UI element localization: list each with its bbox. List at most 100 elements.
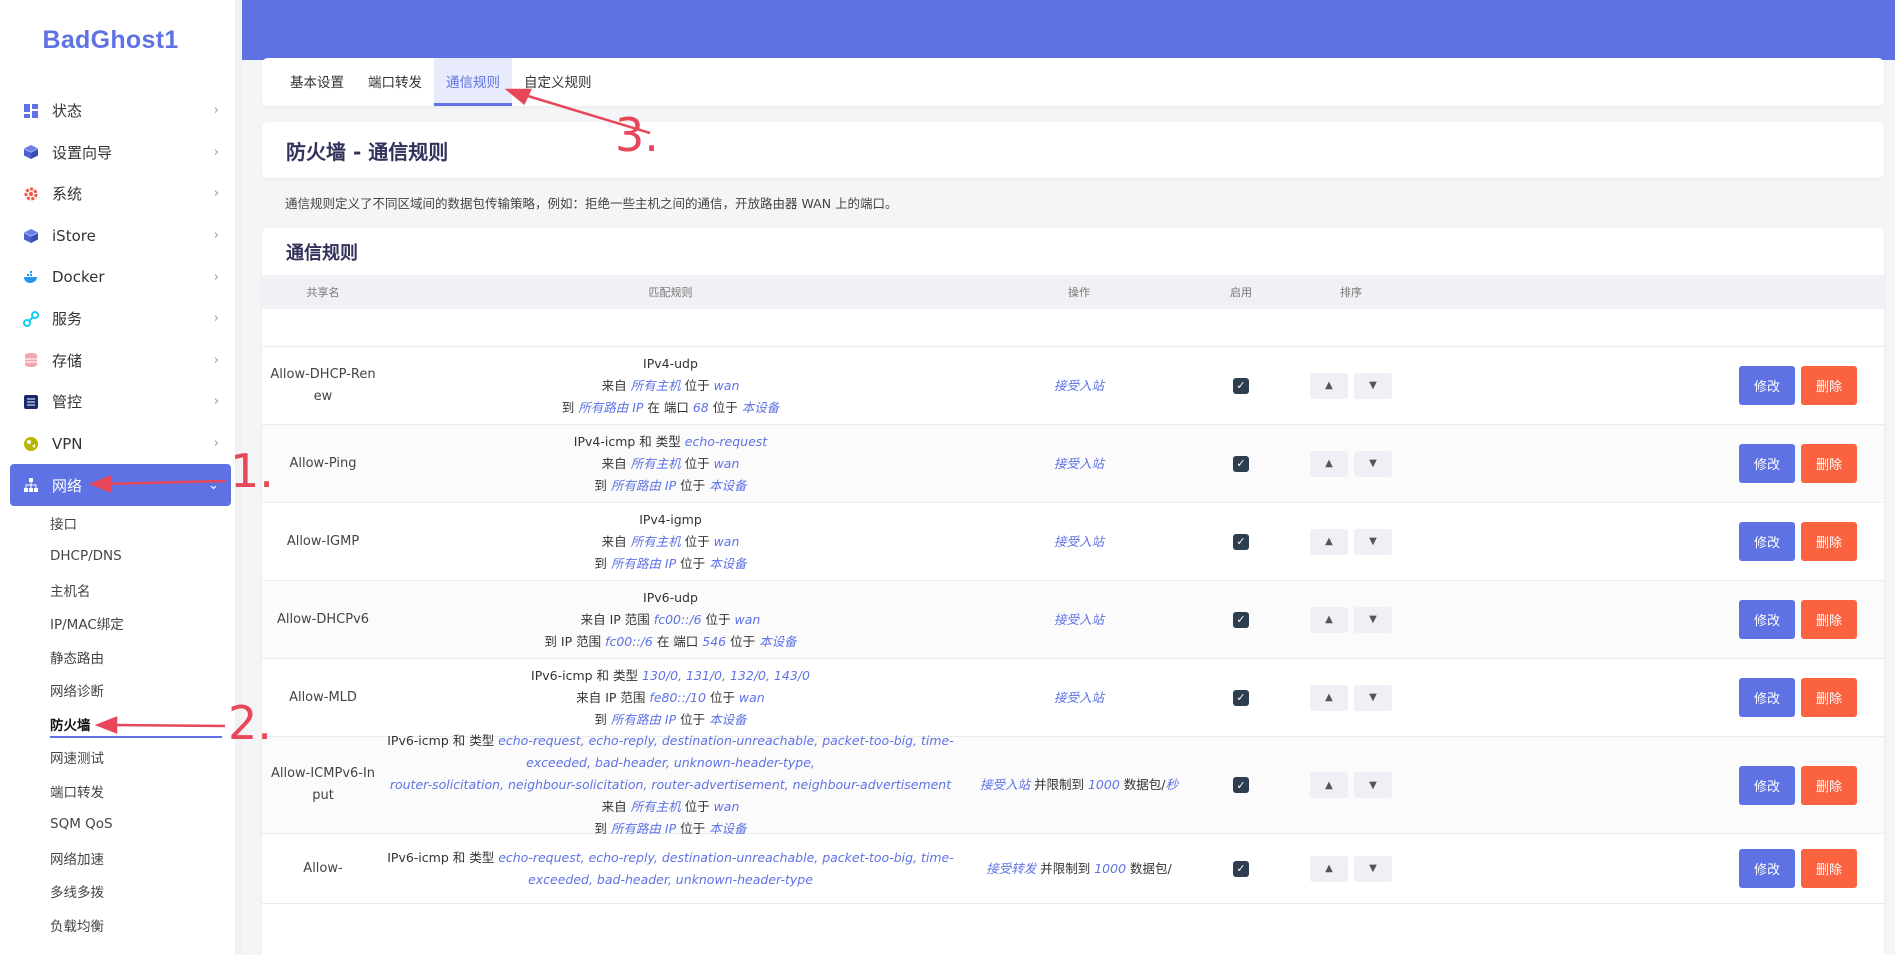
submenu-item[interactable]: 端口转发 [50,774,241,808]
col-sort-header: 排序 [1281,284,1421,300]
submenu-item[interactable]: IP/MAC绑定 [50,606,241,640]
sliders-icon [22,393,40,411]
submenu-item[interactable]: 网络诊断 [50,673,241,707]
sidebar-item-link-5[interactable]: 服务 › [10,298,231,340]
sidebar-item-database-6[interactable]: 存储 › [10,340,231,382]
app: { "brand": "BadGhost1", "nav": [ {"label… [0,0,1895,955]
match-line: 到 所有路由 IP 位于 本设备 [384,818,957,840]
sidebar-item-sliders-7[interactable]: 管控 › [10,381,231,423]
top-bar [242,0,1895,60]
enabled-checkbox[interactable]: ✓ [1233,777,1249,793]
match-segment: 位于 [680,533,714,549]
move-down-button[interactable]: ▼ [1354,684,1392,711]
action-buttons: 修改 删除 [1421,522,1884,561]
tab-2[interactable]: 通信规则 [434,58,512,106]
edit-button[interactable]: 修改 [1739,444,1795,483]
delete-button[interactable]: 删除 [1801,366,1857,405]
match-segment: 本设备 [709,821,747,836]
submenu-item[interactable]: 主机名 [50,573,241,607]
sidebar-item-dashboard-0[interactable]: 状态 › [10,90,231,132]
move-up-button[interactable]: ▲ [1310,684,1348,711]
submenu-item[interactable]: 网络加速 [50,841,241,875]
match-segment: 位于 [676,477,710,493]
sidebar-item-gear-2[interactable]: 系统 › [10,173,231,215]
chevron-right-icon: › [213,394,219,410]
match-segment: echo-request [684,433,768,449]
delete-button[interactable]: 删除 [1801,600,1857,639]
move-down-button[interactable]: ▼ [1354,450,1392,477]
match-line: IPv6-icmp 和 类型 echo-request, echo-reply,… [384,847,957,891]
sidebar-item-cube-1[interactable]: 设置向导 › [10,132,231,174]
tab-0[interactable]: 基本设置 [278,58,356,106]
action-segment: 数据包/ [1119,777,1166,792]
col-action-header: 操作 [1068,286,1090,299]
delete-button[interactable]: 删除 [1801,522,1857,561]
tab-1[interactable]: 端口转发 [356,58,434,106]
submenu-item[interactable]: DHCP/DNS [50,539,241,573]
match-segment: 本设备 [709,555,747,571]
docker-icon [22,268,40,286]
rule-match: IPv4-udp 来自 所有主机 位于 wan 到 所有路由 IP 在 端口 68 … [384,353,957,419]
sidebar-item-globe-8[interactable]: VPN › [10,423,231,465]
enabled-checkbox[interactable]: ✓ [1233,689,1249,706]
enabled-checkbox[interactable]: ✓ [1233,611,1249,628]
delete-button[interactable]: 删除 [1801,765,1857,805]
enabled-checkbox[interactable]: ✓ [1233,533,1249,550]
submenu-item[interactable]: SQM QoS [50,807,241,841]
edit-button[interactable]: 修改 [1739,522,1795,561]
move-down-button[interactable]: ▼ [1354,606,1392,633]
rule-match: IPv6-icmp 和 类型 echo-request, echo-reply,… [384,730,957,840]
move-up-button[interactable]: ▲ [1310,606,1348,633]
table-row: Allow-DHCPv6 IPv6-udp 来自 IP 范围 fc00::/6 位于… [262,581,1884,659]
submenu-item[interactable]: 静态路由 [50,640,241,674]
submenu-item[interactable]: 防火墙 [50,707,241,741]
move-down-button[interactable]: ▼ [1354,855,1392,882]
rules-table-body: Allow-DHCP-Renew IPv4-udp 来自 所有主机 位于 wan 到 … [262,347,1884,904]
move-down-button[interactable]: ▼ [1354,528,1392,555]
edit-button[interactable]: 修改 [1739,765,1795,805]
sidebar-item-network-9[interactable]: 网络 ⌄ [10,464,231,506]
edit-button[interactable]: 修改 [1739,849,1795,888]
tab-3[interactable]: 自定义规则 [512,58,604,106]
match-line: 来自 所有主机 位于 wan [384,531,957,553]
edit-button[interactable]: 修改 [1739,678,1795,717]
delete-button[interactable]: 删除 [1801,678,1857,717]
enabled-checkbox[interactable]: ✓ [1233,455,1249,472]
move-down-button[interactable]: ▼ [1354,372,1392,399]
match-segment: 位于 [680,455,714,471]
rule-action: 接受入站 [957,609,1201,631]
match-segment: wan [738,689,765,705]
chevron-right-icon: › [213,103,219,119]
action-segment: 接受入站 [980,777,1031,792]
move-up-button[interactable]: ▲ [1310,772,1348,798]
move-down-button[interactable]: ▼ [1354,772,1392,798]
match-line: IPv4-udp [384,353,957,375]
match-segment: fc00::/6 [605,633,653,649]
sidebar-item-docker-4[interactable]: Docker › [10,256,231,298]
brand-logo[interactable]: BadGhost1 [0,0,241,80]
move-up-button[interactable]: ▲ [1310,450,1348,477]
edit-button[interactable]: 修改 [1739,366,1795,405]
sidebar-item-cube-3[interactable]: iStore › [10,215,231,257]
delete-button[interactable]: 删除 [1801,849,1857,888]
action-buttons: 修改 删除 [1421,765,1884,805]
enabled-checkbox[interactable]: ✓ [1233,377,1249,394]
enabled-cell: ✓ [1201,377,1281,394]
rule-name: Allow-DHCPv6 [276,611,370,627]
enabled-cell: ✓ [1201,455,1281,472]
delete-button[interactable]: 删除 [1801,444,1857,483]
rule-name: Allow-MLD [289,689,357,705]
enabled-checkbox[interactable]: ✓ [1233,860,1249,877]
match-segment: 所有路由 IP [610,555,677,571]
edit-button[interactable]: 修改 [1739,600,1795,639]
chevron-right-icon: › [213,144,219,160]
move-up-button[interactable]: ▲ [1310,372,1348,399]
submenu-item[interactable]: 多线多拨 [50,874,241,908]
enabled-cell: ✓ [1201,533,1281,550]
submenu-item[interactable]: 接口 [50,506,241,540]
submenu-item[interactable]: 负载均衡 [50,908,241,942]
submenu-item[interactable]: 网速测试 [50,740,241,774]
move-up-button[interactable]: ▲ [1310,855,1348,882]
move-up-button[interactable]: ▲ [1310,528,1348,555]
enabled-cell: ✓ [1201,777,1281,793]
